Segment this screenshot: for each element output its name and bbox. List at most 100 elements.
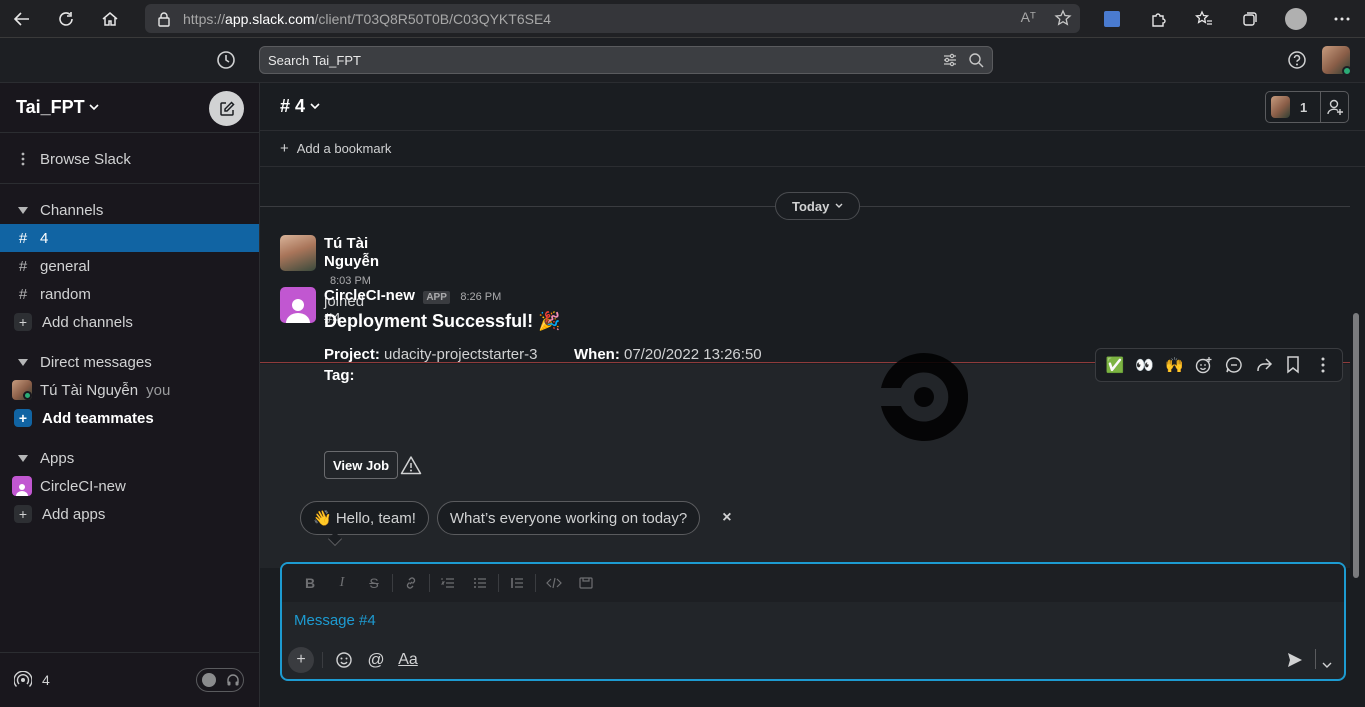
- bookmark-icon[interactable]: [1280, 352, 1306, 378]
- workspace-name[interactable]: Tai_FPT: [16, 97, 85, 118]
- chevron-down-icon[interactable]: [310, 103, 320, 110]
- suggestions-bar: 👋 Hello, team! What’s everyone working o…: [300, 501, 732, 547]
- bold-button[interactable]: B: [294, 575, 326, 591]
- history-icon[interactable]: [215, 49, 237, 71]
- profile-icon[interactable]: [1273, 0, 1319, 38]
- workspace-header[interactable]: Tai_FPT: [0, 83, 259, 133]
- add-member-icon[interactable]: [1320, 92, 1348, 122]
- translate-icon[interactable]: [1089, 0, 1135, 38]
- composer-tools: + @ Aa: [288, 647, 421, 673]
- add-reaction-icon[interactable]: [1191, 352, 1217, 378]
- warning-icon[interactable]: [400, 455, 422, 475]
- channel-view: # 4 1 + Add a bookmark Today Tú Tài Nguy…: [260, 83, 1365, 707]
- add-apps-label: Add apps: [42, 505, 106, 523]
- app-label: CircleCI-new: [40, 477, 126, 495]
- read-aloud-icon[interactable]: Aᵀ: [1021, 9, 1036, 27]
- search-icon[interactable]: [968, 52, 984, 68]
- favorites-icon[interactable]: [1181, 0, 1227, 38]
- dm-section-header[interactable]: Direct messages: [0, 348, 259, 376]
- add-bookmark-label: Add a bookmark: [296, 141, 392, 156]
- search-input[interactable]: Search Tai_FPT: [259, 46, 993, 74]
- blockquote-icon[interactable]: [501, 575, 533, 591]
- share-message-icon[interactable]: [1251, 352, 1277, 378]
- huddle-toggle[interactable]: [196, 668, 244, 692]
- member-count: 1: [1300, 99, 1308, 115]
- day-divider-button[interactable]: Today: [775, 192, 861, 220]
- compose-button[interactable]: [209, 91, 244, 126]
- channel-label: general: [40, 257, 91, 275]
- message-author[interactable]: CircleCI-new: [324, 287, 415, 304]
- message-composer: B I S Message #4 + @ Aa: [280, 562, 1346, 681]
- collections-icon[interactable]: [1227, 0, 1273, 38]
- sidebar-item-channel-random[interactable]: # random: [0, 280, 259, 308]
- channels-section-header[interactable]: Channels: [0, 196, 259, 224]
- message-timestamp[interactable]: 8:26 PM: [460, 291, 501, 303]
- react-raised-hands-button[interactable]: 🙌: [1161, 352, 1187, 378]
- code-block-icon[interactable]: [570, 575, 602, 591]
- add-teammates[interactable]: + Add teammates: [0, 404, 259, 432]
- channels-header-label: Channels: [40, 201, 104, 219]
- message-author[interactable]: Tú Tài Nguyễn: [324, 235, 379, 270]
- caret-down-icon: [16, 454, 30, 462]
- add-bookmark-button[interactable]: + Add a bookmark: [260, 131, 1365, 167]
- suggestion-hello-button[interactable]: 👋 Hello, team!: [300, 501, 429, 535]
- browse-slack[interactable]: Browse Slack: [0, 145, 259, 173]
- members-button[interactable]: 1: [1265, 91, 1349, 123]
- react-eyes-button[interactable]: 👀: [1132, 352, 1158, 378]
- help-icon[interactable]: [1286, 49, 1308, 71]
- message-actions-toolbar: ✅ 👀 🙌: [1095, 348, 1343, 382]
- channel-label: random: [40, 285, 91, 303]
- sidebar-item-channel-general[interactable]: # general: [0, 252, 259, 280]
- url-text: https://app.slack.com/client/T03Q8R50T0B…: [183, 11, 551, 27]
- channel-label: 4: [40, 229, 49, 247]
- favorite-add-icon[interactable]: [1054, 9, 1072, 27]
- apps-section-header[interactable]: Apps: [0, 444, 259, 472]
- link-icon[interactable]: [395, 575, 427, 591]
- message-input[interactable]: Message #4: [282, 602, 1344, 638]
- text-format-icon[interactable]: Aa: [395, 647, 421, 673]
- chevron-down-icon: [89, 104, 99, 111]
- presence-indicator: [1342, 66, 1352, 76]
- emoji-icon[interactable]: [331, 647, 357, 673]
- more-actions-icon[interactable]: [1310, 352, 1336, 378]
- back-icon[interactable]: [0, 0, 44, 38]
- avatar: [1271, 96, 1291, 118]
- attach-plus-icon[interactable]: +: [288, 647, 314, 673]
- add-apps[interactable]: + Add apps: [0, 500, 259, 528]
- reply-thread-icon[interactable]: [1221, 352, 1247, 378]
- sidebar-item-dm-self[interactable]: Tú Tài Nguyễn you: [0, 376, 259, 404]
- address-bar[interactable]: https://app.slack.com/client/T03Q8R50T0B…: [145, 4, 1080, 33]
- sidebar-item-app-circleci[interactable]: CircleCI-new: [0, 472, 259, 500]
- send-icon[interactable]: [1286, 651, 1304, 669]
- url-path: /client/T03Q8R50T0B/C03QYKT6SE4: [314, 10, 552, 27]
- scrollbar[interactable]: [1353, 313, 1359, 578]
- app-avatar[interactable]: [280, 287, 316, 323]
- suggestion-working-button[interactable]: What’s everyone working on today?: [436, 501, 701, 535]
- reload-icon[interactable]: [44, 0, 88, 38]
- bulleted-list-icon[interactable]: [464, 575, 496, 591]
- project-value: udacity-projectstarter-3: [384, 346, 538, 363]
- user-avatar[interactable]: [1322, 46, 1352, 76]
- avatar[interactable]: [280, 235, 316, 271]
- message-timestamp[interactable]: 8:03 PM: [330, 275, 371, 287]
- code-icon[interactable]: [538, 575, 570, 591]
- mention-icon[interactable]: @: [363, 647, 389, 673]
- plus-icon: +: [14, 313, 32, 331]
- home-icon[interactable]: [88, 0, 132, 38]
- channel-title[interactable]: # 4: [280, 96, 305, 117]
- strikethrough-button[interactable]: S: [358, 575, 390, 591]
- more-options-icon[interactable]: [1319, 0, 1365, 38]
- huddle-icon[interactable]: [14, 671, 32, 689]
- close-icon[interactable]: ×: [722, 509, 731, 527]
- extensions-icon[interactable]: [1135, 0, 1181, 38]
- react-check-button[interactable]: ✅: [1102, 352, 1128, 378]
- schedule-chevron-icon[interactable]: [1322, 662, 1332, 669]
- add-channels[interactable]: + Add channels: [0, 308, 259, 336]
- italic-button[interactable]: I: [326, 575, 358, 591]
- ordered-list-icon[interactable]: [432, 575, 464, 591]
- sidebar-item-channel-4[interactable]: # 4: [0, 224, 259, 252]
- view-job-button[interactable]: View Job: [324, 451, 399, 479]
- url-domain: app.slack.com: [225, 10, 315, 27]
- search-filter-icon[interactable]: [942, 52, 958, 68]
- channel-header: # 4 1: [260, 83, 1365, 131]
